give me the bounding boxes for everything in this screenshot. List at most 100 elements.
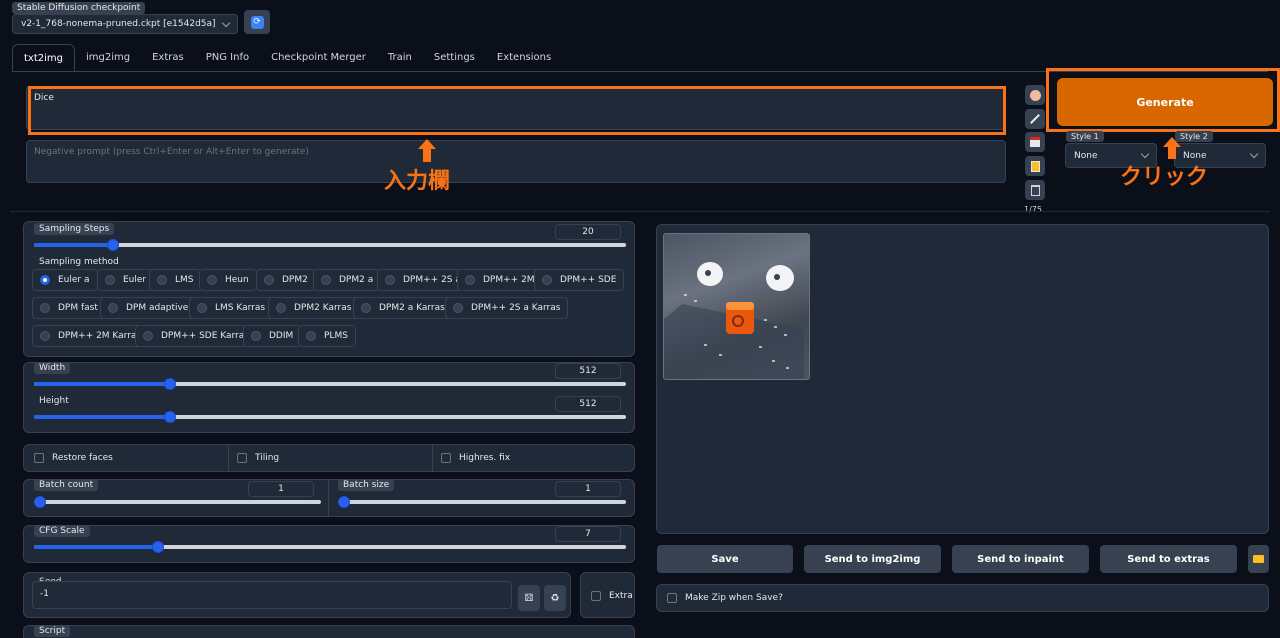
send-to-img2img-button[interactable]: Send to img2img [804, 545, 941, 573]
random-seed-button[interactable]: ⚄ [518, 585, 540, 611]
sampler-label: LMS [175, 275, 194, 285]
sampler-dpm-adaptive[interactable]: DPM adaptive [100, 297, 197, 319]
chevron-down-icon [1249, 149, 1259, 159]
tab-checkpoint-merger[interactable]: Checkpoint Merger [260, 44, 377, 72]
tab-png-info[interactable]: PNG Info [195, 44, 260, 72]
sampler-plms[interactable]: PLMS [298, 325, 356, 347]
sampling-steps-slider[interactable] [34, 239, 626, 251]
checkpoint-section: Stable Diffusion checkpoint v2-1_768-non… [10, 2, 240, 34]
cfg-scale-slider[interactable] [34, 541, 626, 553]
sampling-steps-input[interactable]: 20 [555, 224, 621, 240]
sampler-heun[interactable]: Heun [199, 269, 257, 291]
sampler-label: DPM++ 2S a Karras [471, 303, 561, 313]
sampler-dpmpp-2s-a-karras[interactable]: DPM++ 2S a Karras [445, 297, 569, 319]
batch-count-input[interactable]: 1 [248, 481, 314, 497]
generated-image-thumbnail[interactable] [663, 233, 810, 380]
recycle-icon: ♻ [550, 592, 560, 604]
sampler-euler-a[interactable]: Euler a [32, 269, 98, 291]
cfg-scale-thumb[interactable] [152, 541, 164, 553]
save-style-button[interactable] [1025, 132, 1045, 152]
sampling-steps-label: Sampling Steps [34, 223, 115, 235]
sampler-lms-karras[interactable]: LMS Karras [189, 297, 274, 319]
sampler-lms[interactable]: LMS [149, 269, 202, 291]
batch-size-thumb[interactable] [338, 496, 350, 508]
restore-faces-checkbox[interactable]: Restore faces [34, 453, 113, 463]
generate-highlight-box [1046, 68, 1280, 132]
sampler-dpm2-karras[interactable]: DPM2 Karras [268, 297, 360, 319]
batch-divider [328, 480, 329, 516]
checkbox-box [34, 453, 44, 463]
make-zip-checkbox[interactable]: Make Zip when Save? [667, 593, 783, 603]
sampling-steps-thumb[interactable] [107, 239, 119, 251]
main-tabs: txt2img img2img Extras PNG Info Checkpoi… [12, 44, 562, 72]
sampler-dpm-fast[interactable]: DPM fast [32, 297, 106, 319]
sampler-label: Euler [123, 275, 147, 285]
tab-extras[interactable]: Extras [141, 44, 195, 72]
checkbox-label: Highres. fix [459, 453, 511, 463]
toggles-panel: Restore faces Tiling Highres. fix [23, 444, 635, 472]
tiling-checkbox[interactable]: Tiling [237, 453, 279, 463]
negative-prompt-input[interactable]: Negative prompt (press Ctrl+Enter or Alt… [26, 140, 1006, 183]
clipboard-button[interactable] [1025, 156, 1045, 176]
radio-dot [361, 303, 371, 313]
batch-size-input[interactable]: 1 [555, 481, 621, 497]
tab-extensions[interactable]: Extensions [486, 44, 562, 72]
brush-button[interactable] [1025, 109, 1045, 129]
cfg-scale-fill [34, 545, 158, 549]
height-slider[interactable] [34, 411, 626, 423]
radio-dot [385, 275, 395, 285]
extra-seed-checkbox[interactable]: Extra [591, 591, 633, 601]
sampler-dpmpp-sde[interactable]: DPM++ SDE [534, 269, 625, 291]
highres-fix-checkbox[interactable]: Highres. fix [441, 453, 510, 463]
reuse-seed-button[interactable]: ♻ [544, 585, 566, 611]
clipboard-icon [1030, 160, 1040, 172]
dice-image [664, 262, 804, 379]
sampler-dpmpp-2m-karras[interactable]: DPM++ 2M Karras [32, 325, 150, 347]
sampler-label: DPM++ 2M Karras [58, 331, 142, 341]
height-label: Height [39, 396, 69, 406]
cfg-scale-input[interactable]: 7 [555, 526, 621, 542]
height-fill [34, 415, 170, 419]
sampler-label: DPM++ 2S a [403, 275, 461, 285]
tab-settings[interactable]: Settings [423, 44, 486, 72]
sampler-dpm2-a-karras[interactable]: DPM2 a Karras [353, 297, 453, 319]
radio-dot [40, 275, 50, 285]
sampler-dpmpp-sde-karras[interactable]: DPM++ SDE Karras [135, 325, 257, 347]
checkpoint-select[interactable]: v2-1_768-nonema-pruned.ckpt [e1542d5a] [12, 14, 238, 34]
sampler-dpmpp-2s-a[interactable]: DPM++ 2S a [377, 269, 469, 291]
tab-txt2img[interactable]: txt2img [12, 44, 75, 72]
save-button[interactable]: Save [657, 545, 793, 573]
send-to-inpaint-button[interactable]: Send to inpaint [952, 545, 1089, 573]
width-fill [34, 382, 170, 386]
save-icon [1030, 137, 1040, 147]
trash-button[interactable] [1025, 180, 1045, 200]
width-slider[interactable] [34, 378, 626, 390]
paint-button[interactable] [1025, 85, 1045, 105]
sampler-dpmpp-2m[interactable]: DPM++ 2M [457, 269, 543, 291]
tab-img2img[interactable]: img2img [75, 44, 141, 72]
sampler-label: DPM++ SDE Karras [161, 331, 249, 341]
width-input[interactable]: 512 [555, 363, 621, 379]
sampler-label: Heun [225, 275, 249, 285]
width-thumb[interactable] [164, 378, 176, 390]
sampler-euler[interactable]: Euler [97, 269, 155, 291]
tab-train[interactable]: Train [377, 44, 423, 72]
batch-size-slider[interactable] [338, 496, 626, 508]
batch-count-thumb[interactable] [34, 496, 46, 508]
sampler-ddim[interactable]: DDIM [243, 325, 302, 347]
refresh-checkpoint-button[interactable]: ⟳ [244, 10, 270, 34]
sampler-label: DPM2 [282, 275, 308, 285]
batch-count-slider[interactable] [34, 496, 321, 508]
sampler-dpm2[interactable]: DPM2 [256, 269, 316, 291]
input-annotation-label: 入力欄 [384, 169, 451, 194]
send-to-extras-button[interactable]: Send to extras [1100, 545, 1237, 573]
open-folder-button[interactable] [1248, 545, 1269, 573]
height-input[interactable]: 512 [555, 396, 621, 412]
sampler-dpm2-a[interactable]: DPM2 a [313, 269, 382, 291]
checkbox-box [667, 593, 677, 603]
height-thumb[interactable] [164, 411, 176, 423]
checkbox-label: Extra [609, 591, 633, 601]
checkbox-label: Restore faces [52, 453, 113, 463]
seed-input[interactable]: -1 [32, 581, 512, 609]
sampler-label: DPM++ SDE [560, 275, 617, 285]
